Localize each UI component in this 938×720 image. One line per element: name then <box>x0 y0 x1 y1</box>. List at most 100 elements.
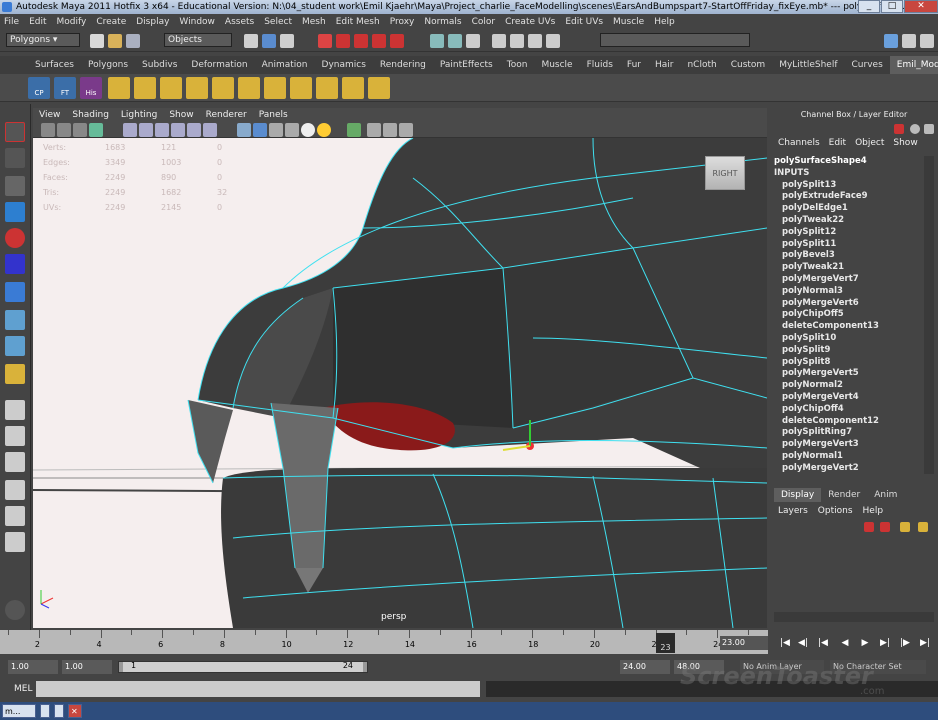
input-node[interactable]: polyTweak21 <box>774 262 924 274</box>
input-node[interactable]: polySplitRing7 <box>774 427 924 439</box>
select-hierarchy-icon[interactable] <box>244 34 258 48</box>
taskbar-maya-item[interactable]: m... <box>2 704 36 718</box>
menu-create-uvs[interactable]: Create UVs <box>505 17 555 27</box>
step-back-icon[interactable]: ◀| <box>796 636 810 650</box>
render-frame-icon[interactable] <box>510 34 524 48</box>
taskbar-minimize-icon[interactable] <box>40 704 50 718</box>
close-icon[interactable]: ✕ <box>904 0 938 13</box>
select-tool-icon[interactable] <box>5 122 25 142</box>
play-backwards-icon[interactable]: ◀ <box>838 636 852 650</box>
xray-icon[interactable] <box>367 123 381 137</box>
toggle-attribute-editor-icon[interactable] <box>884 34 898 48</box>
input-node[interactable]: polyMergeVert2 <box>774 463 924 474</box>
shelf-tool-1-icon[interactable] <box>108 77 130 99</box>
shelf-tool-7-icon[interactable] <box>264 77 286 99</box>
menu-mesh[interactable]: Mesh <box>302 17 326 27</box>
playback-end-field[interactable]: 24.00 <box>620 660 670 674</box>
xray-joints-icon[interactable] <box>383 123 397 137</box>
channel-box-options-icon[interactable] <box>924 124 934 134</box>
field-chart-icon[interactable] <box>187 123 201 137</box>
layer-list[interactable] <box>774 538 934 612</box>
layer-tab-render[interactable]: Render <box>821 488 867 502</box>
shelf-tool-9-icon[interactable] <box>316 77 338 99</box>
menu-window[interactable]: Window <box>179 17 215 27</box>
paint-select-icon[interactable] <box>5 176 25 196</box>
resolution-gate-icon[interactable] <box>155 123 169 137</box>
range-slider-thumb[interactable]: 1 24 <box>123 661 363 672</box>
menu-display[interactable]: Display <box>136 17 169 27</box>
input-node[interactable]: polyMergeVert6 <box>774 298 924 310</box>
menu-help[interactable]: Help <box>654 17 675 27</box>
new-scene-icon[interactable] <box>90 34 104 48</box>
input-node[interactable]: polySplit8 <box>774 357 924 369</box>
camera-select-icon[interactable] <box>41 123 55 137</box>
quick-select-field[interactable] <box>600 33 750 47</box>
layer-tab-anim[interactable]: Anim <box>867 488 904 502</box>
input-node[interactable]: polyNormal1 <box>774 451 924 463</box>
perspective-viewport[interactable]: Verts: 1683 121 0 Edges: 3349 1003 0 Faces: 2249 8… <box>33 138 767 628</box>
open-scene-icon[interactable] <box>108 34 122 48</box>
input-node[interactable]: polyMergeVert3 <box>774 439 924 451</box>
menu-normals[interactable]: Normals <box>424 17 461 27</box>
show-manipulator-icon[interactable] <box>5 336 25 356</box>
menu-assets[interactable]: Assets <box>225 17 254 27</box>
mel-label[interactable]: MEL <box>14 684 32 694</box>
scale-tool-icon[interactable] <box>5 254 25 274</box>
shelf-tab-hair[interactable]: Hair <box>648 56 680 74</box>
shelf-tab-subdivs[interactable]: Subdivs <box>135 56 184 74</box>
new-layer-selected-icon[interactable] <box>880 522 890 532</box>
construction-history-icon[interactable] <box>466 34 480 48</box>
minimize-icon[interactable]: _ <box>858 0 880 13</box>
shelf-tab-surfaces[interactable]: Surfaces <box>28 56 81 74</box>
snap-live-icon[interactable] <box>390 34 404 48</box>
input-node[interactable]: polySplit11 <box>774 239 924 251</box>
select-component-icon[interactable] <box>280 34 294 48</box>
shelf-tab-emil_model[interactable]: Emil_Model <box>889 56 938 74</box>
safe-action-icon[interactable] <box>203 123 217 137</box>
go-to-start-icon[interactable]: |◀ <box>778 636 792 650</box>
frame-all-icon[interactable] <box>399 123 413 137</box>
render-settings-icon[interactable] <box>546 34 560 48</box>
shelf-tab-ncloth[interactable]: nCloth <box>680 56 723 74</box>
current-frame-marker[interactable]: 23 <box>656 633 675 653</box>
shelf-cp-icon[interactable]: CP <box>28 77 50 99</box>
channel-box-list[interactable]: polySurfaceShape4 INPUTS polySplit13 poly… <box>774 156 924 474</box>
menu-set-dropdown[interactable]: Polygons ▾ <box>6 33 80 47</box>
shelf-tool-2-icon[interactable] <box>134 77 156 99</box>
channel-menu-edit[interactable]: Edit <box>829 138 846 152</box>
layout-single-icon[interactable] <box>5 400 25 420</box>
time-slider[interactable]: 24681012141618202224 <box>0 630 768 654</box>
layer-menu-options[interactable]: Options <box>818 504 853 518</box>
shelf-tool-5-icon[interactable] <box>212 77 234 99</box>
snap-curve-icon[interactable] <box>336 34 350 48</box>
snap-point-icon[interactable] <box>354 34 368 48</box>
input-node[interactable]: polyMergeVert7 <box>774 274 924 286</box>
script-editor-icon[interactable] <box>5 600 25 620</box>
input-node[interactable]: polySplit12 <box>774 227 924 239</box>
shelf-tool-4-icon[interactable] <box>186 77 208 99</box>
input-node[interactable]: polyMergeVert4 <box>774 392 924 404</box>
channel-menu-object[interactable]: Object <box>855 138 884 152</box>
channel-box-record-icon[interactable] <box>894 124 904 134</box>
input-node[interactable]: polySplit9 <box>774 345 924 357</box>
shelf-tab-curves[interactable]: Curves <box>845 56 890 74</box>
isolate-select-icon[interactable] <box>347 123 361 137</box>
viewport-menu-renderer[interactable]: Renderer <box>206 108 247 122</box>
start-time-field[interactable]: 1.00 <box>8 660 58 674</box>
input-node[interactable]: polyChipOff5 <box>774 309 924 321</box>
taskbar-close-icon[interactable]: ✕ <box>68 704 82 718</box>
gate-mask-icon[interactable] <box>171 123 185 137</box>
layout-hypershade-icon[interactable] <box>5 506 25 526</box>
go-to-end-icon[interactable]: ▶| <box>918 636 932 650</box>
shelf-tab-painteffects[interactable]: PaintEffects <box>433 56 500 74</box>
viewport-menu-shading[interactable]: Shading <box>72 108 109 122</box>
shelf-tool-8-icon[interactable] <box>290 77 312 99</box>
viewport-menu-view[interactable]: View <box>39 108 60 122</box>
lasso-tool-icon[interactable] <box>5 148 25 168</box>
soft-mod-icon[interactable] <box>5 310 25 330</box>
channel-menu-channels[interactable]: Channels <box>778 138 820 152</box>
maximize-icon[interactable]: □ <box>881 0 903 13</box>
mel-input[interactable] <box>36 681 480 697</box>
input-node[interactable]: deleteComponent12 <box>774 416 924 428</box>
taskbar-restore-icon[interactable] <box>54 704 64 718</box>
